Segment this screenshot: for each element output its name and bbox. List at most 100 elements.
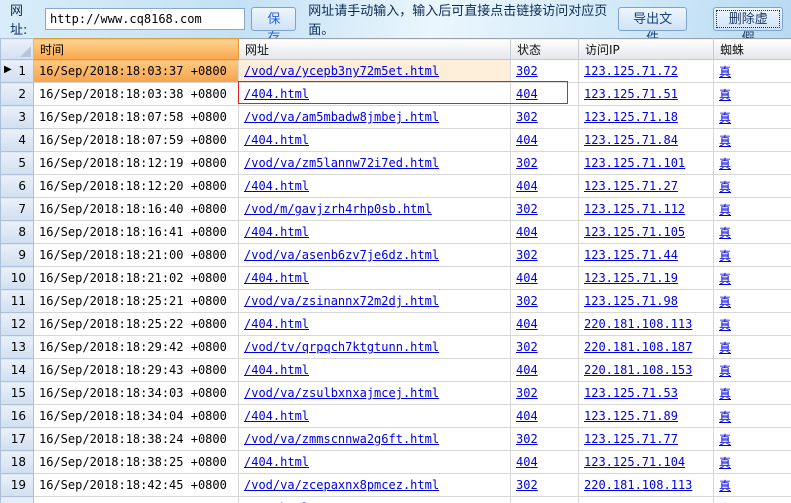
url-link[interactable]: /404.html xyxy=(244,179,309,193)
status-link[interactable]: 302 xyxy=(516,340,538,354)
table-row[interactable]: ▶9 16/Sep/2018:18:21:00 +0800 /vod/va/as… xyxy=(0,243,791,267)
row-header[interactable]: ▶16 xyxy=(0,404,34,428)
ip-link[interactable]: 220.181.108.113 xyxy=(584,317,692,331)
status-link[interactable]: 404 xyxy=(516,271,538,285)
row-header[interactable]: ▶14 xyxy=(0,358,34,382)
status-link[interactable]: 404 xyxy=(516,317,538,331)
table-row[interactable]: ▶18 16/Sep/2018:18:38:25 +0800 /404.html… xyxy=(0,450,791,474)
ip-link[interactable]: 123.125.71.98 xyxy=(584,294,678,308)
ip-link[interactable]: 123.125.71.27 xyxy=(584,179,678,193)
table-row[interactable]: ▶17 16/Sep/2018:18:38:24 +0800 /vod/va/z… xyxy=(0,427,791,451)
table-row[interactable]: ▶20 16/Sep/2018:18:42:46 +0800 /404.html… xyxy=(0,496,791,503)
table-row[interactable]: ▶15 16/Sep/2018:18:34:03 +0800 /vod/va/z… xyxy=(0,381,791,405)
spider-link[interactable]: 真 xyxy=(719,249,731,263)
status-link[interactable]: 302 xyxy=(516,248,538,262)
ip-link[interactable]: 123.125.71.101 xyxy=(584,156,685,170)
url-link[interactable]: /404.html xyxy=(244,409,309,423)
status-link[interactable]: 302 xyxy=(516,478,538,492)
status-link[interactable]: 302 xyxy=(516,156,538,170)
row-header[interactable]: ▶5 xyxy=(0,151,34,175)
row-header[interactable]: ▶8 xyxy=(0,220,34,244)
status-link[interactable]: 404 xyxy=(516,409,538,423)
spider-link[interactable]: 真 xyxy=(719,226,731,240)
url-link[interactable]: /404.html xyxy=(244,225,309,239)
row-header[interactable]: ▶18 xyxy=(0,450,34,474)
spider-link[interactable]: 真 xyxy=(719,157,731,171)
url-link[interactable]: /vod/m/gavjzrh4rhp0sb.html xyxy=(244,202,432,216)
column-header-ip[interactable]: 访问IP xyxy=(578,38,714,60)
url-link[interactable]: /vod/va/ycepb3ny72m5et.html xyxy=(244,64,439,78)
ip-link[interactable]: 123.125.71.89 xyxy=(584,409,678,423)
status-link[interactable]: 302 xyxy=(516,64,538,78)
column-header-status[interactable]: 状态 xyxy=(510,38,579,60)
table-row[interactable]: ▶6 16/Sep/2018:18:12:20 +0800 /404.html … xyxy=(0,174,791,198)
spider-link[interactable]: 真 xyxy=(719,318,731,332)
url-link[interactable]: /vod/va/zsinannx72m2dj.html xyxy=(244,294,439,308)
status-link[interactable]: 404 xyxy=(516,133,538,147)
url-link[interactable]: /404.html xyxy=(244,363,309,377)
url-link[interactable]: /vod/va/asenb6zv7je6dz.html xyxy=(244,248,439,262)
url-link[interactable]: /vod/va/am5mbadw8jmbej.html xyxy=(244,110,439,124)
status-link[interactable]: 404 xyxy=(516,87,538,101)
ip-link[interactable]: 220.181.108.187 xyxy=(584,340,692,354)
ip-link[interactable]: 123.125.71.84 xyxy=(584,133,678,147)
ip-link[interactable]: 123.125.71.19 xyxy=(584,271,678,285)
row-header[interactable]: ▶20 xyxy=(0,496,34,503)
row-header[interactable]: ▶10 xyxy=(0,266,34,290)
status-link[interactable]: 302 xyxy=(516,386,538,400)
url-link[interactable]: /404.html xyxy=(244,317,309,331)
spider-link[interactable]: 真 xyxy=(719,180,731,194)
column-header-url[interactable]: 网址 xyxy=(238,38,511,60)
column-header-time[interactable]: 时间 xyxy=(33,38,239,60)
url-link[interactable]: /vod/va/zmmscnnwa2g6ft.html xyxy=(244,432,439,446)
ip-link[interactable]: 123.125.71.72 xyxy=(584,64,678,78)
ip-link[interactable]: 123.125.71.18 xyxy=(584,110,678,124)
table-row[interactable]: ▶11 16/Sep/2018:18:25:21 +0800 /vod/va/z… xyxy=(0,289,791,313)
spider-link[interactable]: 真 xyxy=(719,479,731,493)
table-row[interactable]: ▶19 16/Sep/2018:18:42:45 +0800 /vod/va/z… xyxy=(0,473,791,497)
spider-link[interactable]: 真 xyxy=(719,134,731,148)
status-link[interactable]: 302 xyxy=(516,110,538,124)
url-link[interactable]: /404.html xyxy=(244,455,309,469)
spider-link[interactable]: 真 xyxy=(719,203,731,217)
row-header[interactable]: ▶7 xyxy=(0,197,34,221)
row-header[interactable]: ▶15 xyxy=(0,381,34,405)
row-header[interactable]: ▶9 xyxy=(0,243,34,267)
table-row[interactable]: ▶16 16/Sep/2018:18:34:04 +0800 /404.html… xyxy=(0,404,791,428)
status-link[interactable]: 302 xyxy=(516,294,538,308)
row-header[interactable]: ▶ 1 xyxy=(0,59,34,83)
row-header[interactable]: ▶3 xyxy=(0,105,34,129)
spider-link[interactable]: 真 xyxy=(719,341,731,355)
url-link[interactable]: /vod/va/zcepaxnx8pmcez.html xyxy=(244,478,439,492)
table-row[interactable]: ▶ 1 16/Sep/2018:18:03:37 +0800 /vod/va/yc… xyxy=(0,59,791,83)
table-row[interactable]: ▶10 16/Sep/2018:18:21:02 +0800 /404.html… xyxy=(0,266,791,290)
ip-link[interactable]: 123.125.71.53 xyxy=(584,386,678,400)
ip-link[interactable]: 220.181.108.113 xyxy=(584,478,692,492)
row-header[interactable]: ▶2 xyxy=(0,82,34,106)
table-row[interactable]: ▶5 16/Sep/2018:18:12:19 +0800 /vod/va/zm… xyxy=(0,151,791,175)
table-row[interactable]: ▶12 16/Sep/2018:18:25:22 +0800 /404.html… xyxy=(0,312,791,336)
url-link[interactable]: /404.html xyxy=(244,87,309,101)
status-link[interactable]: 404 xyxy=(516,225,538,239)
table-row[interactable]: ▶8 16/Sep/2018:18:16:41 +0800 /404.html … xyxy=(0,220,791,244)
spider-link[interactable]: 真 xyxy=(719,88,731,102)
select-all-corner[interactable] xyxy=(0,38,34,60)
status-link[interactable]: 404 xyxy=(516,363,538,377)
ip-link[interactable]: 123.125.71.112 xyxy=(584,202,685,216)
table-row[interactable]: ▶7 16/Sep/2018:18:16:40 +0800 /vod/m/gav… xyxy=(0,197,791,221)
url-link[interactable]: /404.html xyxy=(244,133,309,147)
ip-link[interactable]: 123.125.71.44 xyxy=(584,248,678,262)
export-file-button[interactable]: 导出文件 xyxy=(617,7,688,46)
save-button[interactable]: 保存 xyxy=(251,7,297,46)
row-header[interactable]: ▶6 xyxy=(0,174,34,198)
table-row[interactable]: ▶4 16/Sep/2018:18:07:59 +0800 /404.html … xyxy=(0,128,791,152)
row-header[interactable]: ▶19 xyxy=(0,473,34,497)
row-header[interactable]: ▶4 xyxy=(0,128,34,152)
ip-link[interactable]: 123.125.71.105 xyxy=(584,225,685,239)
column-header-spider[interactable]: 蜘蛛 xyxy=(713,38,791,60)
ip-link[interactable]: 123.125.71.77 xyxy=(584,432,678,446)
status-link[interactable]: 302 xyxy=(516,202,538,216)
table-row[interactable]: ▶13 16/Sep/2018:18:29:42 +0800 /vod/tv/q… xyxy=(0,335,791,359)
spider-link[interactable]: 真 xyxy=(719,295,731,309)
url-input[interactable] xyxy=(44,8,246,30)
